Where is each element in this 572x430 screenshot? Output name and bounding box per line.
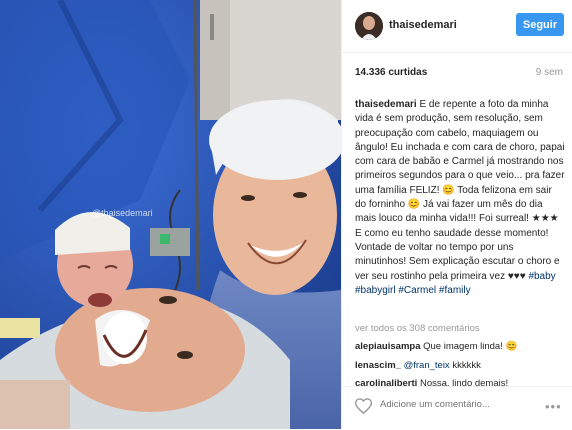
comment-username[interactable]: lenascim_	[355, 360, 401, 371]
header-username[interactable]: thaisedemari	[389, 19, 457, 31]
post-header: thaisedemari Seguir	[342, 0, 572, 53]
caption-text: E de repente a foto da minha vida é sem …	[355, 99, 565, 282]
post-caption: thaisedemari E de repente a foto da minh…	[355, 98, 565, 298]
post-side-panel: thaisedemari Seguir 14.336 curtidas 9 se…	[341, 0, 572, 430]
view-all-comments-link[interactable]: ver todos os 308 comentários	[355, 323, 480, 334]
add-comment-input[interactable]	[380, 399, 530, 410]
comment-username[interactable]: alepiauisampa	[355, 341, 420, 352]
photo-illustration	[0, 0, 341, 429]
comment-username[interactable]: carolinaliberti	[355, 378, 417, 386]
caption-username[interactable]: thaisedemari	[355, 99, 417, 110]
comment-text: kkkkkk	[449, 360, 481, 371]
comment-mention[interactable]: @fran_teix	[401, 360, 450, 371]
comment-item: alepiauisampa Que imagem linda! 😊	[355, 341, 517, 352]
comment-text: Que imagem linda! 😊	[420, 341, 518, 352]
follow-button[interactable]: Seguir	[516, 13, 564, 36]
post-photo[interactable]: @thaisedemari	[0, 0, 341, 429]
post-timestamp[interactable]: 9 sem	[536, 67, 563, 78]
comment-text: Nossa, lindo demais!	[417, 378, 509, 386]
comment-item: carolinaliberti Nossa, lindo demais!	[355, 378, 508, 386]
avatar[interactable]	[355, 12, 383, 40]
likes-count[interactable]: 14.336 curtidas	[355, 67, 427, 78]
more-options-icon[interactable]: •••	[545, 399, 562, 414]
heart-icon[interactable]	[354, 398, 373, 419]
post-stats: 14.336 curtidas 9 sem	[355, 67, 563, 78]
photo-watermark: @thaisedemari	[92, 208, 153, 218]
comment-item: lenascim_ @fran_teix kkkkkk	[355, 360, 481, 371]
instagram-post: @thaisedemari thaisedemari Seguir 14.336…	[0, 0, 572, 430]
comment-bar: •••	[342, 386, 572, 430]
avatar-image-icon	[355, 12, 383, 40]
